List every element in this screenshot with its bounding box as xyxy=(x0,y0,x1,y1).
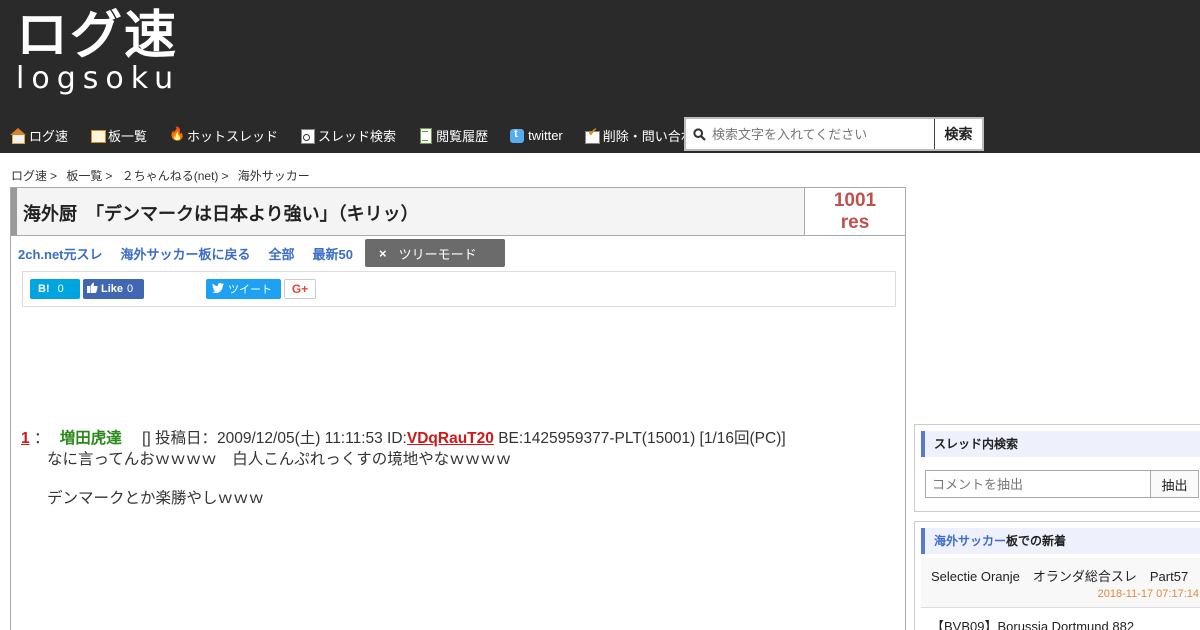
board-news-panel: 海外サッカー板での新着 Selectie Oranje オランダ総合スレ Par… xyxy=(914,521,1200,630)
link-all[interactable]: 全部 xyxy=(269,244,295,263)
post-body: なに言ってんおｗｗｗｗ 白人こんぷれっくすの境地やなｗｗｗｗ デンマークとか楽勝… xyxy=(47,450,901,509)
breadcrumb-2ch[interactable]: ２ちゃんねる(net) xyxy=(122,169,219,183)
news-item[interactable]: 【BVB09】Borussia Dortmund 882 xyxy=(921,608,1200,630)
nav-history[interactable]: 閲覧履歴 xyxy=(407,117,499,153)
breadcrumb-boards[interactable]: 板一覧 xyxy=(66,169,102,183)
like-label: Like xyxy=(101,283,124,295)
hatena-bookmark-button[interactable]: B! 0 xyxy=(30,279,80,299)
tweet-button[interactable]: ツイート xyxy=(206,279,281,299)
twitter-icon xyxy=(510,128,525,143)
main-nav: ログ速 板一覧 ホットスレッド スレッド検索 閲覧履歴 twitter 削除・問… xyxy=(0,117,718,153)
thumbs-up-icon xyxy=(87,282,98,296)
tree-mode-label: ツリーモード xyxy=(398,246,477,262)
news-title: Selectie Oranje オランダ総合スレ Part57 xyxy=(931,569,1189,584)
post-colon: ： xyxy=(33,430,50,447)
share-bar: B! 0 Like 0 ツイート G+ xyxy=(22,271,896,307)
site-search: 検索 xyxy=(684,117,984,151)
link-original-thread[interactable]: 2ch.net元スレ xyxy=(18,244,103,263)
news-title: 【BVB09】Borussia Dortmund 882 xyxy=(931,619,1135,630)
post-meta: [] 投稿日：2009/12/05(土) 11:11:53 ID: xyxy=(142,430,407,447)
fire-icon xyxy=(169,126,185,143)
facebook-like-button[interactable]: Like 0 xyxy=(83,279,144,299)
res-count: 1001 xyxy=(833,190,877,211)
home-icon xyxy=(10,127,26,144)
search-icon xyxy=(686,119,712,149)
post-header: 1 ： 増田虎達 [] 投稿日：2009/12/05(土) 11:11:53 I… xyxy=(21,426,901,448)
breadcrumb-board[interactable]: 海外サッカー xyxy=(238,169,310,183)
tweet-label: ツイート xyxy=(228,284,272,296)
nav-thread-search[interactable]: スレッド検索 xyxy=(289,117,407,153)
post-line: なに言ってんおｗｗｗｗ 白人こんぷれっくすの境地やなｗｗｗｗ xyxy=(47,451,512,468)
board-icon xyxy=(90,128,107,143)
nav-twitter-label: twitter xyxy=(528,127,563,143)
thread-title-bar: 海外厨 「デンマークは日本より強い」（キリッ） 1001 res xyxy=(11,188,905,236)
site-header: ログ速 logsoku ログ速 板一覧 ホットスレッド スレッド検索 閲覧履歴 … xyxy=(0,0,1200,153)
breadcrumb-sep: > xyxy=(50,169,58,183)
comment-filter-button[interactable]: 抽出 xyxy=(1150,471,1198,497)
history-icon xyxy=(418,127,433,144)
nav-twitter[interactable]: twitter xyxy=(499,117,574,153)
board-news-board[interactable]: 海外サッカー xyxy=(934,534,1006,548)
link-back-to-board[interactable]: 海外サッカー板に戻る xyxy=(121,244,251,263)
breadcrumb-sep: > xyxy=(221,169,229,183)
board-news-suffix: 板での新着 xyxy=(1006,534,1067,548)
post-1: 1 ： 増田虎達 [] 投稿日：2009/12/05(土) 11:11:53 I… xyxy=(21,426,901,528)
like-count: 0 xyxy=(127,283,134,295)
res-label: res xyxy=(840,212,870,233)
board-news-title: 海外サッカー板での新着 xyxy=(921,528,1200,554)
nav-thread-search-label: スレッド検索 xyxy=(318,128,397,144)
breadcrumb-sep: > xyxy=(105,169,113,183)
close-icon: × xyxy=(379,245,387,261)
thread-links: 2ch.net元スレ 海外サッカー板に戻る 全部 最新50 × ツリーモード xyxy=(18,239,506,267)
site-search-input[interactable] xyxy=(712,119,934,149)
check-mail-icon xyxy=(584,125,600,144)
res-count-box: 1001 res xyxy=(804,188,905,235)
site-logo[interactable]: ログ速 logsoku xyxy=(16,6,180,94)
thread-search-title: スレッド内検索 xyxy=(921,431,1200,457)
nav-hot-threads[interactable]: ホットスレッド xyxy=(158,117,289,153)
thread-panel: 海外厨 「デンマークは日本より強い」（キリッ） 1001 res 2ch.net… xyxy=(10,187,906,630)
post-author: 増田虎達 xyxy=(59,430,122,447)
news-timestamp: 2018-11-17 07:17:14 xyxy=(1097,588,1199,600)
nav-home[interactable]: ログ速 xyxy=(0,117,79,153)
nav-boards[interactable]: 板一覧 xyxy=(79,117,158,153)
site-search-button[interactable]: 検索 xyxy=(934,119,982,149)
google-plus-button[interactable]: G+ xyxy=(284,279,316,299)
news-item[interactable]: Selectie Oranje オランダ総合スレ Part57 2018-11-… xyxy=(921,558,1200,608)
post-id-link[interactable]: VDqRauT20 xyxy=(407,430,494,447)
search-doc-icon xyxy=(300,128,316,144)
hatena-label: B! xyxy=(38,283,50,295)
twitter-bird-icon xyxy=(212,282,224,296)
thread-title: 海外厨 「デンマークは日本より強い」（キリッ） xyxy=(23,204,419,225)
nav-history-label: 閲覧履歴 xyxy=(436,128,489,144)
post-number[interactable]: 1 xyxy=(21,430,30,447)
nav-hot-label: ホットスレッド xyxy=(187,128,279,144)
logo-title: ログ速 xyxy=(16,6,179,66)
tree-mode-button[interactable]: × ツリーモード xyxy=(365,239,506,267)
comment-filter-input[interactable] xyxy=(926,471,1150,497)
link-latest50[interactable]: 最新50 xyxy=(313,244,353,263)
nav-home-label: ログ速 xyxy=(29,128,69,144)
post-line: デンマークとか楽勝やしｗｗｗ xyxy=(47,490,265,507)
logo-subtitle: logsoku xyxy=(16,61,181,96)
breadcrumb: ログ速 > 板一覧 > ２ちゃんねる(net) > 海外サッカー xyxy=(11,167,310,184)
comment-filter: 抽出 xyxy=(925,470,1199,498)
nav-boards-label: 板一覧 xyxy=(108,128,148,144)
breadcrumb-home[interactable]: ログ速 xyxy=(11,169,47,183)
post-be-info: BE:1425959377-PLT(15001) [1/16回(PC)] xyxy=(498,430,786,447)
thread-search-panel: スレッド内検索 抽出 xyxy=(914,424,1200,512)
hatena-count: 0 xyxy=(57,283,64,295)
